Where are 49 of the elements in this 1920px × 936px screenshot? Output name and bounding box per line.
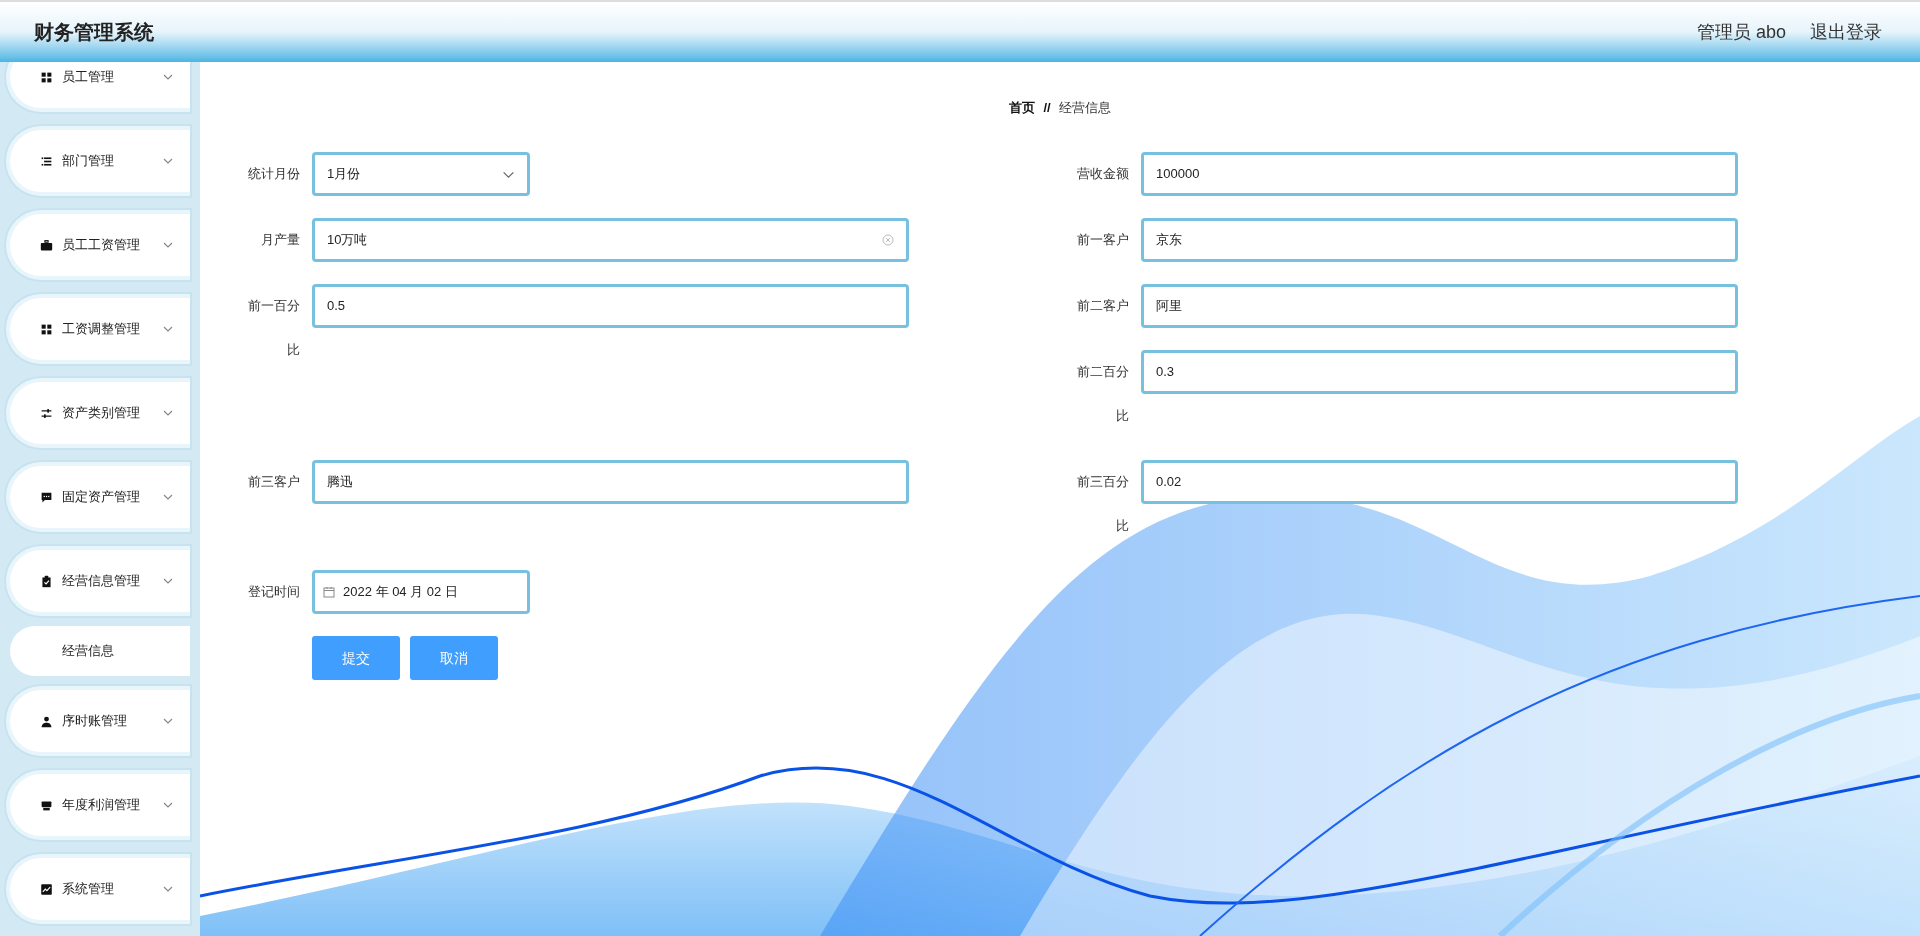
field-label: 月产量 — [260, 231, 301, 249]
grid-icon — [40, 322, 53, 336]
breadcrumb-separator: // — [1043, 99, 1051, 117]
user-label: 管理员 abo — [1696, 20, 1786, 44]
sidebar-menu-item[interactable]: 工资调整管理 — [6, 294, 190, 364]
date-field[interactable]: 2022 年 04 月 02 日 — [312, 570, 530, 614]
field-label: 前二客户 — [1076, 297, 1130, 315]
breadcrumb-current: 经营信息 — [1058, 99, 1111, 117]
input-field[interactable]: 10万吨 — [312, 218, 909, 262]
sidebar-menu-item[interactable]: 序时账管理 — [6, 686, 190, 756]
sidebar-menu-item[interactable]: 部门管理 — [6, 126, 190, 196]
field-label: 前一百分比 — [247, 297, 301, 359]
field-label: 前二百分比 — [1076, 363, 1130, 425]
briefcase-icon — [40, 238, 53, 252]
person-icon — [40, 714, 53, 728]
sidebar-menu-item[interactable]: 资产类别管理 — [6, 378, 190, 448]
sidebar-menu-item[interactable]: 固定资产管理 — [6, 462, 190, 532]
field-label: 前一客户 — [1076, 231, 1130, 249]
field-label: 前三百分比 — [1076, 473, 1130, 535]
field-label: 前三客户 — [247, 473, 301, 491]
breadcrumb-home-link[interactable]: 首页 — [1009, 98, 1036, 148]
logout-link[interactable]: 退出登录 — [1810, 18, 1882, 46]
sidebar-menu-item[interactable]: 经营信息管理 — [6, 546, 190, 616]
sidebar-menu-item[interactable]: 员工工资管理 — [6, 210, 190, 280]
app-title: 财务管理系统 — [34, 20, 154, 45]
sidebar-submenu-item[interactable]: 经营信息 — [10, 626, 190, 676]
field-label: 营收金额 — [1076, 165, 1130, 183]
chat-bubble-icon — [40, 490, 53, 504]
grid-icon — [40, 70, 53, 84]
input-field[interactable]: 0.02 — [1141, 460, 1738, 504]
printer-icon — [40, 798, 53, 812]
input-field[interactable]: 腾迅 — [312, 460, 909, 504]
clear-icon[interactable] — [882, 234, 894, 246]
sidebar-menu-item[interactable]: 员工管理 — [6, 62, 190, 112]
sidebar-menu-item[interactable]: 年度利润管理 — [6, 770, 190, 840]
input-field[interactable]: 阿里 — [1141, 284, 1738, 328]
input-field[interactable]: 0.5 — [312, 284, 909, 328]
list-icon — [40, 154, 53, 168]
sliders-icon — [40, 406, 53, 420]
input-field[interactable]: 100000 — [1141, 152, 1738, 196]
field-label: 统计月份 — [247, 165, 301, 183]
month-select[interactable]: 1月份 — [312, 152, 530, 196]
input-field[interactable]: 0.3 — [1141, 350, 1738, 394]
field-label: 登记时间 — [247, 583, 301, 601]
input-field[interactable]: 京东 — [1141, 218, 1738, 262]
sidebar-menu-item[interactable]: 系统管理 — [6, 854, 190, 924]
chart-icon — [40, 882, 53, 896]
calendar-icon — [323, 586, 335, 598]
clipboard-check-icon — [40, 574, 53, 588]
